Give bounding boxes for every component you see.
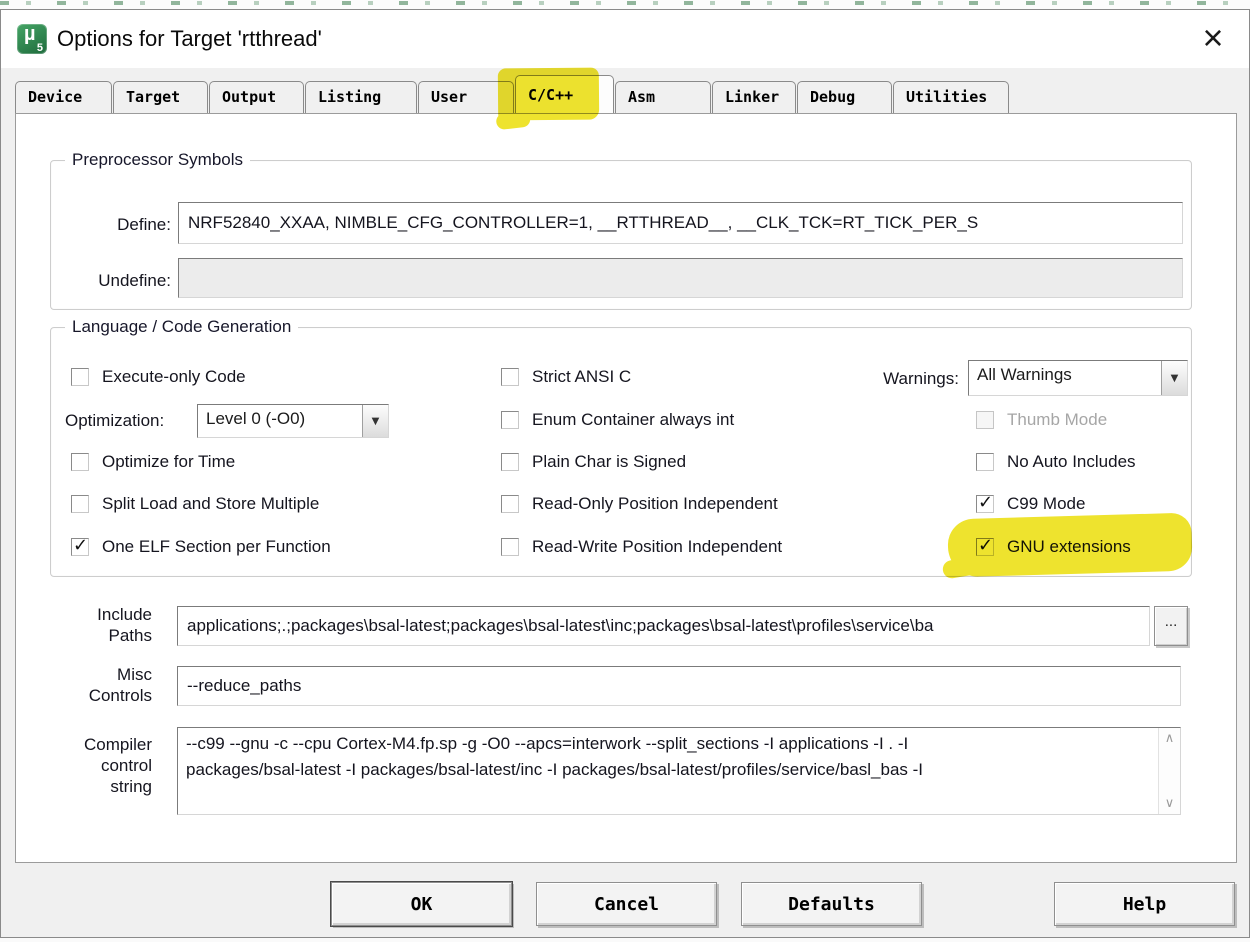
compiler-control-string-value: --c99 --gnu -c --cpu Cortex-M4.fp.sp -g … — [178, 728, 1158, 814]
scroll-down-icon[interactable]: ∨ — [1165, 796, 1175, 811]
c99-mode-label: C99 Mode — [1007, 494, 1085, 514]
optimize-for-time-label: Optimize for Time — [102, 452, 235, 472]
cancel-button[interactable]: Cancel — [536, 882, 717, 926]
warnings-dropdown-button[interactable]: ▼ — [1161, 361, 1187, 395]
close-icon: × — [1202, 20, 1223, 56]
checkbox-row-read-only-pi: Read-Only Position Independent — [501, 491, 778, 517]
ok-button[interactable]: OK — [331, 882, 512, 926]
enum-container-label: Enum Container always int — [532, 410, 734, 430]
enum-container-checkbox[interactable] — [501, 411, 519, 429]
checkbox-row-enum-container: Enum Container always int — [501, 407, 734, 433]
warnings-label: Warnings: — [823, 368, 959, 389]
help-button[interactable]: Help — [1054, 882, 1235, 926]
optimization-dropdown-button[interactable]: ▼ — [362, 405, 388, 437]
checkbox-row-plain-char-signed: Plain Char is Signed — [501, 449, 686, 475]
preprocessor-symbols-group: Preprocessor Symbols Define: Undefine: — [50, 160, 1192, 310]
no-auto-includes-label: No Auto Includes — [1007, 452, 1136, 472]
dialog-titlebar[interactable]: µ 5 Options for Target 'rtthread' × — [1, 10, 1249, 68]
read-write-pi-checkbox[interactable] — [501, 538, 519, 556]
options-dialog: µ 5 Options for Target 'rtthread' × Devi… — [0, 9, 1250, 938]
warnings-value: All Warnings — [969, 361, 1161, 395]
compiler-string-scrollbar[interactable]: ∧ ∨ — [1158, 728, 1180, 814]
tab-utilities[interactable]: Utilities — [893, 81, 1009, 113]
chevron-down-icon: ▼ — [372, 416, 380, 427]
checkbox-row-read-write-pi: Read-Write Position Independent — [501, 534, 782, 560]
warnings-select[interactable]: All Warnings ▼ — [968, 360, 1188, 396]
tab-listing[interactable]: Listing — [305, 81, 417, 113]
optimization-value: Level 0 (-O0) — [198, 405, 362, 437]
checkbox-row-execute-only-code: Execute-only Code — [71, 364, 246, 390]
logo-5-glyph: 5 — [37, 42, 43, 54]
no-auto-includes-checkbox[interactable] — [976, 453, 994, 471]
tab-linker[interactable]: Linker — [712, 81, 796, 113]
close-button[interactable]: × — [1191, 18, 1235, 58]
checkbox-row-optimize-for-time: Optimize for Time — [71, 449, 235, 475]
split-load-store-label: Split Load and Store Multiple — [102, 494, 319, 514]
execute-only-code-checkbox[interactable] — [71, 368, 89, 386]
strict-ansi-c-label: Strict ANSI C — [532, 367, 631, 387]
tab-device[interactable]: Device — [15, 81, 112, 113]
checkbox-row-strict-ansi-c: Strict ANSI C — [501, 364, 631, 390]
language-code-generation-group: Language / Code Generation Execute-only … — [50, 327, 1192, 577]
execute-only-code-label: Execute-only Code — [102, 367, 246, 387]
tab-output[interactable]: Output — [209, 81, 304, 113]
read-only-pi-checkbox[interactable] — [501, 495, 519, 513]
defaults-button[interactable]: Defaults — [741, 882, 922, 926]
plain-char-signed-label: Plain Char is Signed — [532, 452, 686, 472]
logo-mu-glyph: µ — [24, 23, 36, 46]
preprocessor-group-label: Preprocessor Symbols — [65, 150, 250, 170]
scroll-up-icon[interactable]: ∧ — [1165, 731, 1175, 746]
split-load-store-checkbox[interactable] — [71, 495, 89, 513]
define-input[interactable] — [178, 202, 1183, 244]
keil-uvision-logo-icon: µ 5 — [17, 24, 47, 54]
include-paths-browse-button[interactable]: ... — [1154, 606, 1188, 646]
compiler-control-string-label: Compiler control string — [52, 734, 152, 797]
optimization-label: Optimization: — [65, 410, 191, 431]
tab-debug[interactable]: Debug — [797, 81, 892, 113]
define-label: Define: — [71, 214, 171, 235]
background-app-sliver — [0, 0, 1250, 9]
chevron-down-icon: ▼ — [1171, 373, 1179, 384]
checkbox-row-one-elf-section: One ELF Section per Function — [71, 534, 331, 560]
include-paths-input[interactable] — [177, 606, 1150, 646]
one-elf-section-checkbox[interactable] — [71, 538, 89, 556]
c99-mode-checkbox[interactable] — [976, 495, 994, 513]
dialog-title: Options for Target 'rtthread' — [57, 26, 322, 52]
checkbox-row-c99-mode: C99 Mode — [976, 491, 1085, 517]
optimization-select[interactable]: Level 0 (-O0) ▼ — [197, 404, 389, 438]
thumb-mode-label: Thumb Mode — [1007, 410, 1107, 430]
tab-asm[interactable]: Asm — [615, 81, 711, 113]
tab-target[interactable]: Target — [113, 81, 208, 113]
strict-ansi-c-checkbox[interactable] — [501, 368, 519, 386]
plain-char-signed-checkbox[interactable] — [501, 453, 519, 471]
language-group-label: Language / Code Generation — [65, 317, 298, 337]
thumb-mode-checkbox — [976, 411, 994, 429]
tab-user[interactable]: User — [418, 81, 514, 113]
misc-controls-label: Misc Controls — [52, 664, 152, 706]
gnu-extensions-label: GNU extensions — [1007, 537, 1131, 557]
misc-controls-input[interactable] — [177, 666, 1181, 706]
gnu-extensions-checkbox[interactable] — [976, 538, 994, 556]
tab-strip: Device Target Output Listing User C/C++ … — [15, 75, 1010, 113]
checkbox-row-gnu-extensions: GNU extensions — [976, 534, 1131, 560]
checkbox-row-no-auto-includes: No Auto Includes — [976, 449, 1136, 475]
read-only-pi-label: Read-Only Position Independent — [532, 494, 778, 514]
include-paths-label: Include Paths — [52, 604, 152, 646]
undefine-input[interactable] — [178, 258, 1183, 298]
checkbox-row-thumb-mode: Thumb Mode — [976, 407, 1107, 433]
tab-c-cpp[interactable]: C/C++ — [515, 75, 614, 113]
one-elf-section-label: One ELF Section per Function — [102, 537, 331, 557]
checkbox-row-split-load-store: Split Load and Store Multiple — [71, 491, 319, 517]
compiler-control-string-box[interactable]: --c99 --gnu -c --cpu Cortex-M4.fp.sp -g … — [177, 727, 1181, 815]
read-write-pi-label: Read-Write Position Independent — [532, 537, 782, 557]
undefine-label: Undefine: — [71, 270, 171, 291]
c-cpp-tab-page: Preprocessor Symbols Define: Undefine: L… — [15, 113, 1237, 863]
screen: µ 5 Options for Target 'rtthread' × Devi… — [0, 0, 1250, 942]
optimize-for-time-checkbox[interactable] — [71, 453, 89, 471]
